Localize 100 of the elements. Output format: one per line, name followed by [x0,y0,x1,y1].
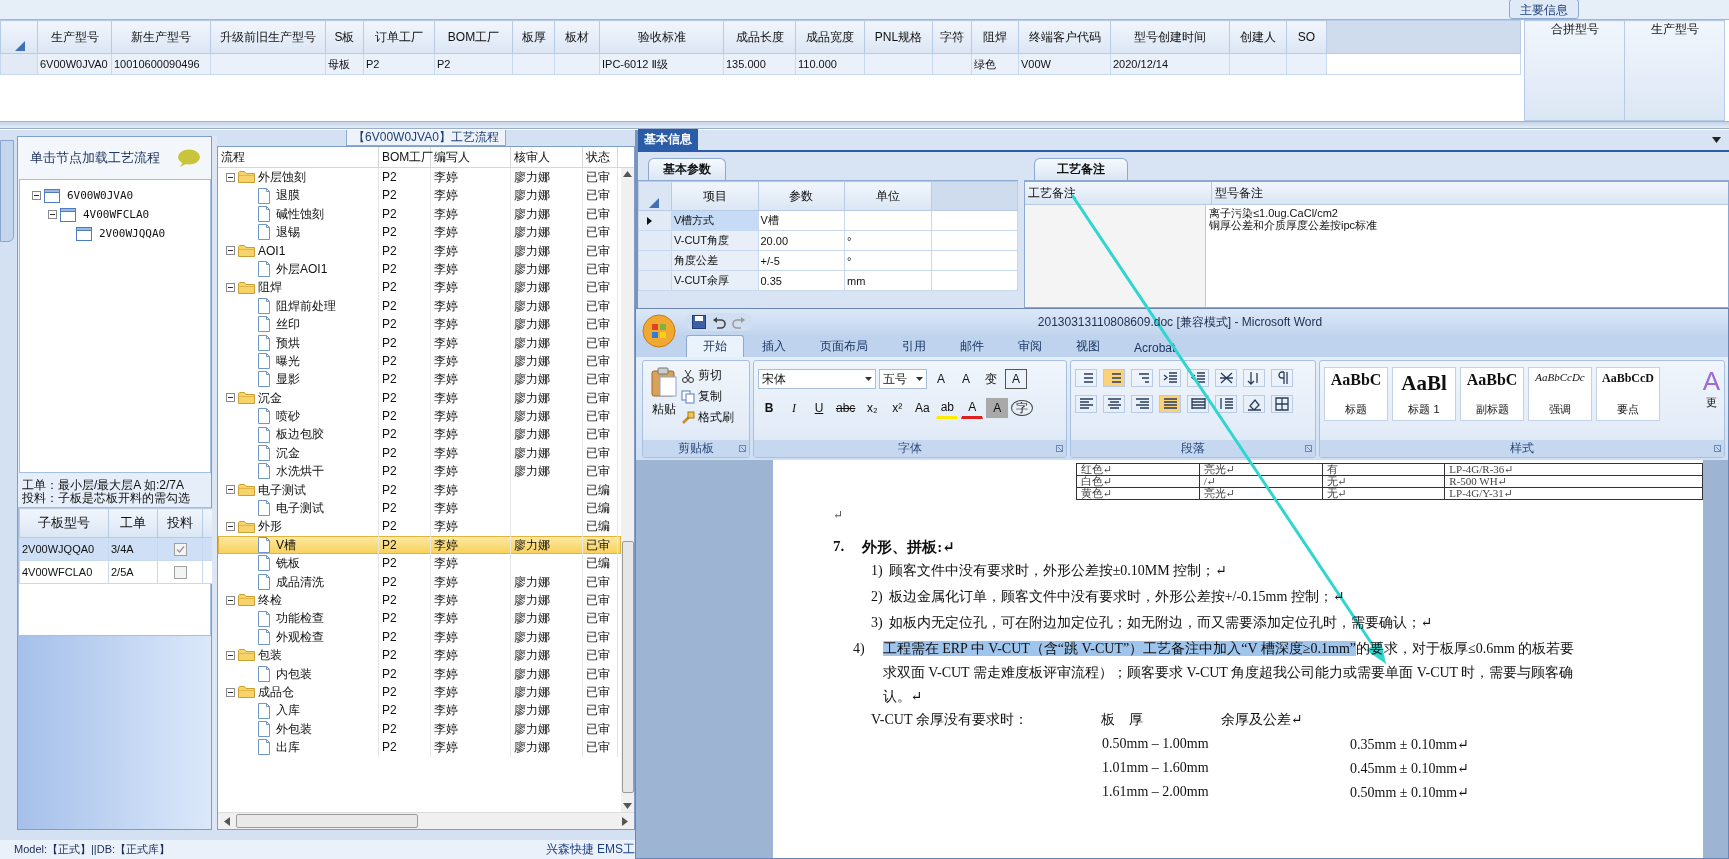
table-row[interactable]: 丝印 P2 李婷 廖力娜 已审 [218,315,621,334]
column-header[interactable]: 生产型号 [1624,20,1725,121]
column-header[interactable]: 终端客户代码 [1018,20,1111,54]
paragraph-mark-icon[interactable] [1271,369,1293,387]
style-button[interactable]: AaBbCcDc 强调 [1528,367,1592,421]
ribbon-tab[interactable]: Acrobat [1118,339,1192,357]
table-row[interactable]: 包装 P2 李婷 廖力娜 已审 [218,646,621,665]
table-row[interactable]: 成品清洗 P2 李婷 廖力娜 已审 [218,572,621,591]
toolbar-button[interactable]: B [758,398,780,418]
collapse-icon[interactable] [226,485,235,495]
collapse-icon[interactable] [226,522,235,532]
toolbar-button[interactable]: 格式刷 [681,409,734,426]
column-header[interactable]: 创建人 [1229,20,1287,54]
scroll-thumb[interactable] [621,541,634,793]
toolbar-button[interactable]: x² [886,398,909,418]
table-row[interactable]: 沉金 P2 李婷 廖力娜 已审 [218,443,621,463]
column-header[interactable]: 状态 [583,147,618,167]
checkbox[interactable] [173,542,187,556]
column-header[interactable]: 项目 [671,181,758,211]
borders-icon[interactable] [1271,395,1293,413]
style-button[interactable]: AaBl 标题 1 [1392,367,1456,421]
table-row[interactable]: 内包装 P2 李婷 廖力娜 已审 [218,664,621,683]
table-row[interactable]: 2V00WJQQA0 3/4A [19,537,228,561]
ribbon-tab[interactable]: 引用 [886,336,942,357]
line-spacing-icon[interactable] [1215,395,1237,413]
table-row[interactable]: 外层AOI1 P2 李婷 廖力娜 已审 [218,259,621,279]
tree-node[interactable]: 6V00W0JVA0 [63,188,138,203]
undo-icon[interactable] [712,315,726,329]
cross-lines-icon[interactable] [1215,369,1237,387]
style-button[interactable]: AaBbCcD 要点 [1596,367,1660,421]
table-row[interactable]: 电子测试 P2 李婷 已编 [218,499,621,518]
scroll-thumb[interactable] [236,814,418,828]
column-header[interactable]: 合拼型号 [1524,20,1625,121]
tab[interactable]: 基本信息 [638,129,698,150]
collapse-icon[interactable] [226,393,235,403]
table-row[interactable]: 阻焊前处理 P2 李婷 廖力娜 已审 [218,296,621,316]
save-icon[interactable] [692,315,706,329]
column-header[interactable]: 单位 [844,181,931,211]
table-row[interactable]: 退锡 P2 李婷 廖力娜 已审 [218,223,621,242]
indent-icon[interactable] [1187,369,1209,387]
table-row[interactable]: 终检 P2 李婷 廖力娜 已审 [218,591,621,610]
column-header[interactable]: 流程 [218,147,379,167]
style-button[interactable]: AaBbC 标题 [1324,367,1388,421]
column-header[interactable]: 型号创建时间 [1110,20,1230,54]
table-row[interactable]: 显影 P2 李婷 廖力娜 已审 [218,370,621,389]
font-field[interactable]: 宋体 [758,369,876,389]
table-row[interactable]: 水洗烘干 P2 李婷 廖力娜 已审 [218,462,621,481]
table-row[interactable]: 功能检查 P2 李婷 廖力娜 已审 [218,609,621,628]
column-header[interactable]: 升级前旧生产型号 [210,20,326,54]
column-header[interactable]: PNL规格 [864,20,933,54]
collapse-icon[interactable] [32,191,41,200]
paint-bucket-icon[interactable] [1243,395,1265,413]
column-header[interactable]: SO [1286,20,1327,54]
column-header[interactable]: 成品长度 [723,20,796,54]
horizontal-scrollbar[interactable] [218,812,634,829]
justify-icon[interactable] [1159,395,1181,413]
table-row[interactable]: 曝光 P2 李婷 廖力娜 已审 [218,351,621,371]
ribbon-tab[interactable]: 邮件 [944,336,1000,357]
toolbar-button[interactable]: 复制 [681,388,734,405]
table-row[interactable]: 外包装 P2 李婷 廖力娜 已审 [218,719,621,739]
table-row[interactable]: 电子测试 P2 李婷 已编 [218,480,621,500]
column-header[interactable]: 订单工厂 [363,20,435,54]
ribbon-tab[interactable]: 视图 [1060,336,1116,357]
table-row[interactable]: 碱性蚀刻 P2 李婷 廖力娜 已审 [218,204,621,224]
table-row[interactable]: V槽 P2 李婷 廖力娜 已审 [218,535,621,555]
column-header[interactable]: 字符 [932,20,972,54]
table-row[interactable]: 阻焊 P2 李婷 廖力娜 已审 [218,278,621,297]
toolbar-button[interactable]: ab [936,397,959,419]
table-row[interactable]: 外层蚀刻 P2 李婷 廖力娜 已审 [218,168,621,187]
collapse-icon[interactable] [48,210,57,219]
column-header[interactable]: 成品宽度 [795,20,865,54]
table-row[interactable]: 板边包胶 P2 李婷 廖力娜 已审 [218,425,621,444]
column-header[interactable]: 新生产型号 [111,20,211,54]
outdent-icon[interactable] [1159,369,1181,387]
column-header[interactable]: 板材 [554,20,600,54]
align-left-icon[interactable] [1075,395,1097,413]
collapse-icon[interactable] [226,172,235,182]
ribbon-tab[interactable]: 开始 [686,335,744,357]
tree-node[interactable]: 2V00WJQQA0 [95,226,170,241]
column-header[interactable]: 型号备注 [1212,182,1728,204]
toolbar-button[interactable]: I [783,398,805,418]
column-header[interactable]: 核审人 [511,147,583,167]
toolbar-button[interactable]: A [955,369,977,389]
table-row[interactable]: 4V00WFCLA0 2/5A [19,560,228,584]
sort-icon[interactable] [1243,369,1265,387]
collapse-icon[interactable] [226,246,235,256]
table-row[interactable]: AOI1 P2 李婷 廖力娜 已审 [218,241,621,260]
column-header[interactable]: S板 [325,20,364,54]
column-header[interactable]: 参数 [758,181,845,211]
align-center-icon[interactable] [1103,395,1125,413]
toolbar-button[interactable]: abc [833,398,859,418]
style-button[interactable]: AaBbC 副标题 [1460,367,1524,421]
toolbar-button[interactable]: A [930,369,952,389]
size-field[interactable]: 五号 [879,369,927,389]
collapse-icon[interactable] [226,283,235,293]
collapse-icon[interactable] [226,687,235,697]
numbered-list-icon[interactable] [1103,369,1125,387]
tree-node[interactable]: 4V00WFCLA0 [79,207,154,222]
column-header[interactable]: 投料 [157,508,203,538]
table-row[interactable]: 出库 P2 李婷 廖力娜 已审 [218,738,621,757]
